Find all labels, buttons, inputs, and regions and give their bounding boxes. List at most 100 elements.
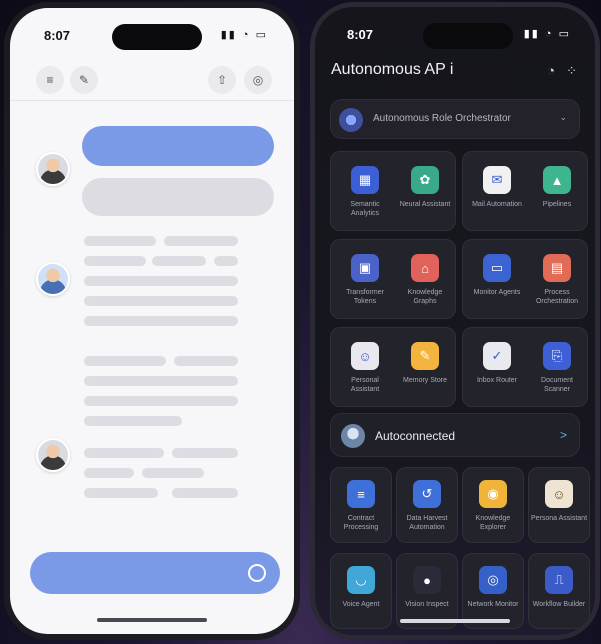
app-icon: ≡ [347, 480, 375, 508]
app-shortcut[interactable]: ⎘ Document Scanner [529, 342, 585, 394]
app-tile[interactable]: ◡ Voice Agent [330, 553, 392, 629]
phone-left: 8:07 ▮▮ ◔ ▭ ≡ ✎ ⇧ ◎ [4, 2, 300, 640]
app-tile[interactable]: ◉ Knowledge Explorer [462, 467, 524, 543]
status-icons: ▮▮ ◔ ▭ [523, 28, 571, 40]
placeholder-line [84, 296, 238, 306]
assistant-message-bubble[interactable] [82, 178, 274, 216]
status-time: 8:07 [44, 28, 71, 43]
app-icon: ✎ [411, 342, 439, 370]
app-group: ☺ Personal Assistant ✎ Memory Store [330, 327, 456, 407]
app-tile[interactable]: ◎ Network Monitor [462, 553, 524, 629]
placeholder-line [84, 448, 164, 458]
placeholder-line [172, 488, 238, 498]
app-tile[interactable]: ≡ Contract Processing [330, 467, 392, 543]
app-shortcut[interactable]: ▦ Semantic Analytics [337, 166, 393, 218]
placeholder-line [164, 236, 238, 246]
app-tile[interactable]: ☺ Persona Assistant [528, 467, 590, 543]
app-group: ✉ Mail Automation ▲ Pipelines [462, 151, 588, 231]
app-label: Pipelines [542, 201, 572, 208]
app-label: Contract Processing [343, 515, 379, 531]
agent-icon [339, 108, 363, 132]
app-shortcut[interactable]: ⌂ Knowledge Graphs [397, 254, 453, 306]
app-shortcut[interactable]: ✉ Mail Automation [469, 166, 525, 209]
avatar [36, 262, 70, 296]
app-tile[interactable]: ● Vision Inspect [396, 553, 458, 629]
app-label: Neural Assistant [399, 201, 451, 208]
app-label: Monitor Agents [473, 289, 521, 296]
placeholder-line [142, 468, 204, 478]
app-group: ▣ Transformer Tokens ⌂ Knowledge Graphs [330, 239, 456, 319]
grid-icon[interactable]: ⁘ [566, 63, 577, 79]
app-label: Process Orchestration [535, 289, 579, 305]
app-label: Mail Automation [472, 201, 522, 208]
app-shortcut[interactable]: ▲ Pipelines [529, 166, 585, 209]
autoconnect-banner[interactable]: Autoconnected > [330, 413, 580, 457]
dynamic-island [423, 23, 513, 49]
phone-right: 8:07 ▮▮ ◔ ▭ Autonomous AP i ◔ ⁘ Autonomo… [310, 2, 600, 640]
home-indicator [400, 619, 510, 623]
app-icon: ▦ [351, 166, 379, 194]
placeholder-line [84, 488, 158, 498]
placeholder-line [84, 376, 238, 386]
app-label: Voice Agent [342, 601, 380, 608]
dynamic-island [112, 24, 202, 50]
app-icon: ▣ [351, 254, 379, 282]
menu-icon[interactable]: ≡ [36, 66, 64, 94]
agent-selector[interactable]: Autonomous Role Orchestrator ⌄ [330, 99, 580, 139]
app-tile[interactable]: ⎍ Workflow Builder [528, 553, 590, 629]
share-icon[interactable]: ⇧ [208, 66, 236, 94]
placeholder-line [84, 236, 156, 246]
app-label: Knowledge Explorer [475, 515, 511, 531]
app-icon: ↺ [413, 480, 441, 508]
avatar [341, 424, 365, 448]
avatar [36, 152, 70, 186]
app-icon: ⎍ [545, 566, 573, 594]
app-shortcut[interactable]: ☺ Personal Assistant [337, 342, 393, 394]
banner-label: Autoconnected [375, 429, 456, 443]
app-shortcut[interactable]: ✿ Neural Assistant [397, 166, 453, 209]
placeholder-line [84, 276, 238, 286]
profile-icon[interactable]: ◎ [244, 66, 272, 94]
avatar [36, 438, 70, 472]
app-label: Workflow Builder [532, 601, 586, 608]
app-icon: ✉ [483, 166, 511, 194]
status-icons: ▮▮ ◔ ▭ [220, 29, 268, 41]
user-message-bubble[interactable] [82, 126, 274, 166]
app-label: Transformer Tokens [346, 289, 384, 305]
app-tile[interactable]: ↺ Data Harvest Automation [396, 467, 458, 543]
app-icon: ◡ [347, 566, 375, 594]
app-shortcut[interactable]: ▤ Process Orchestration [529, 254, 585, 306]
app-shortcut[interactable]: ✎ Memory Store [397, 342, 453, 385]
app-shortcut[interactable]: ▣ Transformer Tokens [337, 254, 393, 306]
mic-icon[interactable] [248, 564, 266, 582]
app-label: Knowledge Graphs [407, 289, 443, 305]
app-icon: ◎ [479, 566, 507, 594]
app-icon: ⌂ [411, 254, 439, 282]
chat-screen: 8:07 ▮▮ ◔ ▭ ≡ ✎ ⇧ ◎ [10, 8, 294, 634]
placeholder-line [84, 356, 166, 366]
placeholder-line [174, 356, 238, 366]
refresh-icon[interactable]: ◔ [547, 63, 555, 78]
status-time: 8:07 [347, 27, 374, 42]
app-shortcut[interactable]: ✓ Inbox Router [469, 342, 525, 385]
header-divider [10, 100, 294, 101]
placeholder-line [84, 468, 134, 478]
app-label: Network Monitor [467, 601, 519, 608]
dashboard-screen: 8:07 ▮▮ ◔ ▭ Autonomous AP i ◔ ⁘ Autonomo… [315, 7, 595, 635]
app-icon: ▲ [543, 166, 571, 194]
app-group: ▭ Monitor Agents ▤ Process Orchestration [462, 239, 588, 319]
page-title-text: Autonomous AP [331, 61, 446, 78]
app-group: ✓ Inbox Router ⎘ Document Scanner [462, 327, 588, 407]
app-label: Persona Assistant [530, 515, 588, 522]
app-icon: ☺ [351, 342, 379, 370]
page-title: Autonomous AP i [331, 61, 453, 79]
info-icon[interactable]: i [450, 61, 454, 78]
app-shortcut[interactable]: ▭ Monitor Agents [469, 254, 525, 297]
compose-icon[interactable]: ✎ [70, 66, 98, 94]
message-input[interactable] [30, 552, 280, 594]
app-icon: ▭ [483, 254, 511, 282]
placeholder-line [84, 396, 238, 406]
selector-label: Autonomous Role Orchestrator [373, 113, 511, 124]
app-group: ▦ Semantic Analytics ✿ Neural Assistant [330, 151, 456, 231]
app-icon: ⎘ [543, 342, 571, 370]
